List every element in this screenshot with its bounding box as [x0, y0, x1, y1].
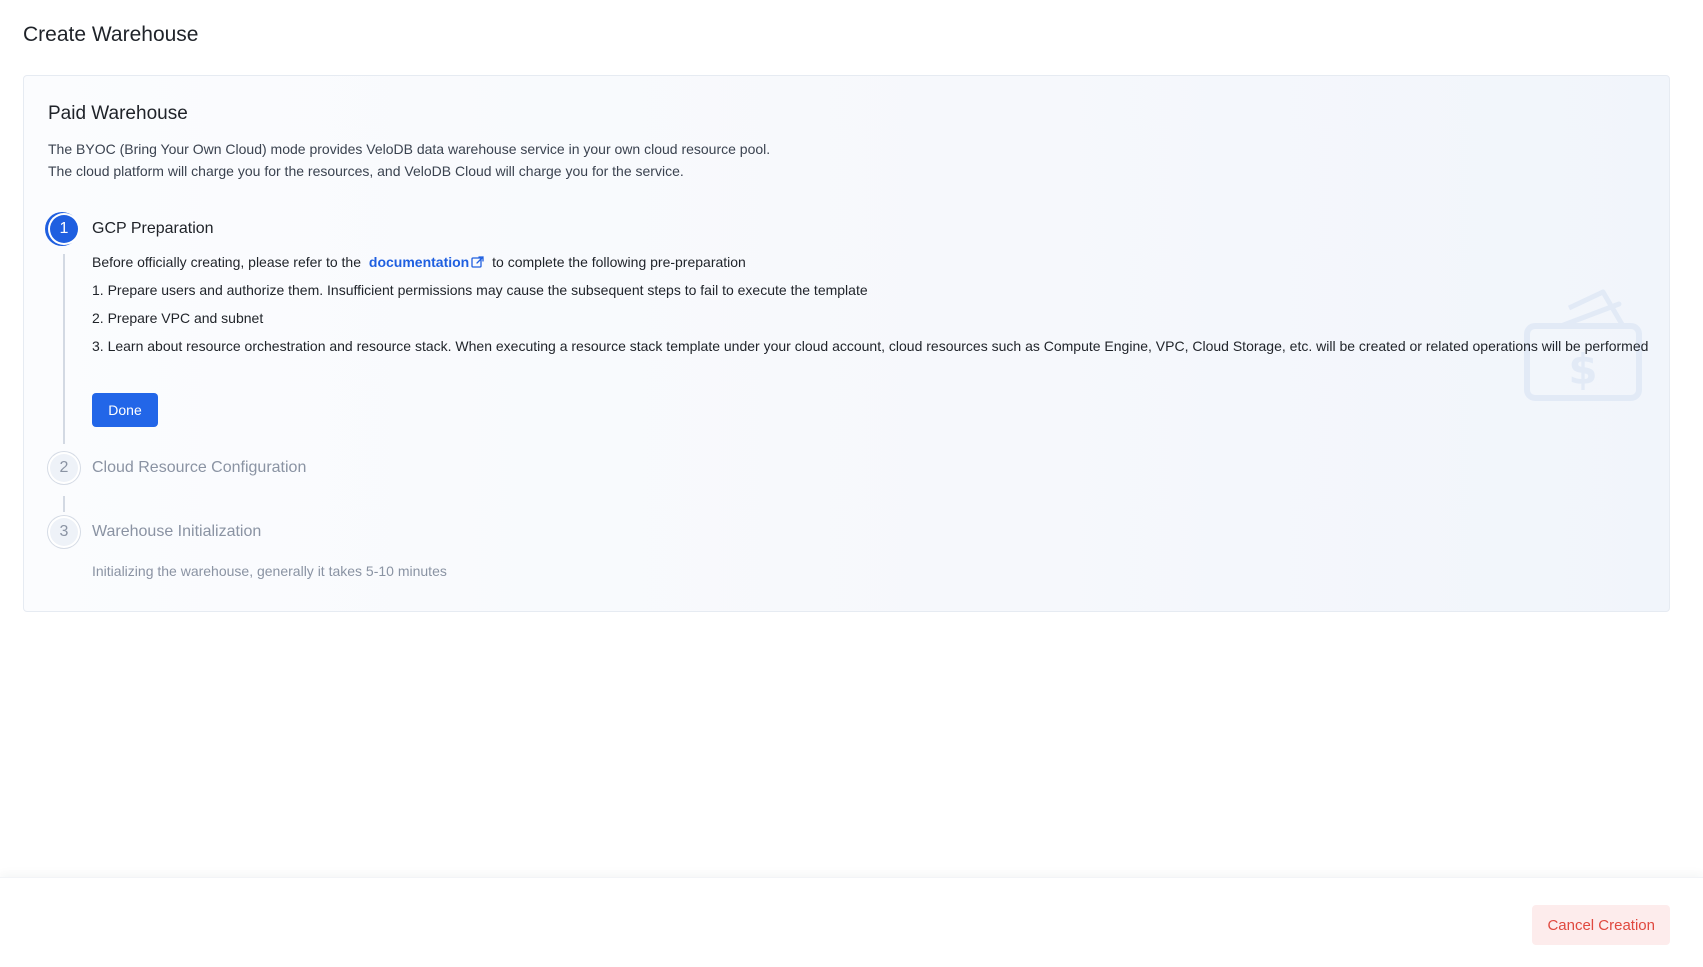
step-1-body: Before officially creating, please refer…	[92, 252, 1652, 452]
intro-suffix: to complete the following pre-preparatio…	[492, 254, 746, 270]
card-description: The BYOC (Bring Your Own Cloud) mode pro…	[48, 138, 770, 182]
documentation-link[interactable]: documentation	[369, 254, 469, 270]
card-description-line-2: The cloud platform will charge you for t…	[48, 163, 684, 179]
create-warehouse-page: Create Warehouse Paid Warehouse The BYOC…	[0, 0, 1703, 967]
step-3-title: Warehouse Initialization	[92, 523, 262, 540]
step-1-indicator: 1	[50, 215, 78, 243]
step-3-note: Initializing the warehouse, generally it…	[92, 563, 447, 579]
done-button[interactable]: Done	[92, 393, 158, 427]
footer-bar: Cancel Creation	[0, 877, 1703, 967]
prep-item-1: 1. Prepare users and authorize them. Ins…	[92, 282, 868, 298]
step-2-title: Cloud Resource Configuration	[92, 459, 307, 476]
external-link-icon[interactable]	[471, 256, 484, 269]
cancel-creation-button[interactable]: Cancel Creation	[1532, 905, 1670, 945]
step-1-title: GCP Preparation	[92, 220, 214, 237]
step-2-connector	[63, 496, 65, 512]
intro-prefix: Before officially creating, please refer…	[92, 254, 362, 270]
card-description-line-1: The BYOC (Bring Your Own Cloud) mode pro…	[48, 141, 771, 157]
page-title: Create Warehouse	[23, 23, 199, 46]
step-1-connector	[63, 254, 65, 444]
card-title: Paid Warehouse	[48, 103, 188, 124]
step-2-indicator: 2	[50, 454, 78, 482]
prep-item-3: 3. Learn about resource orchestration an…	[92, 338, 1649, 354]
paid-warehouse-card: Paid Warehouse The BYOC (Bring Your Own …	[23, 75, 1670, 612]
step-3-indicator: 3	[50, 518, 78, 546]
step-1-intro: Before officially creating, please refer…	[92, 252, 746, 272]
prep-item-2: 2. Prepare VPC and subnet	[92, 310, 264, 326]
